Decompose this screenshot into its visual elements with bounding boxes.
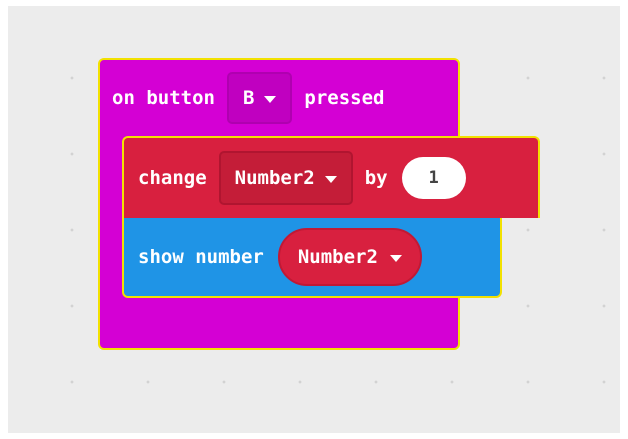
show-variable-dropdown[interactable]: Number2 — [277, 228, 422, 286]
show-prefix-label: show number — [138, 246, 264, 268]
change-connector-label: by — [364, 167, 388, 189]
show-variable-value: Number2 — [297, 246, 378, 268]
show-number-block[interactable]: show number Number2 — [122, 218, 502, 298]
change-variable-block[interactable]: change Number2 by 1 — [122, 136, 540, 218]
button-dropdown[interactable]: B — [226, 72, 293, 124]
dropdown-caret-icon — [324, 175, 337, 183]
change-variable-dropdown[interactable]: Number2 — [218, 151, 353, 205]
event-block-header: on button B pressed — [112, 70, 384, 126]
button-dropdown-value: B — [242, 87, 255, 109]
event-suffix-label: pressed — [304, 87, 385, 109]
dropdown-caret-icon — [389, 254, 402, 262]
dropdown-caret-icon — [264, 95, 277, 103]
change-prefix-label: change — [138, 167, 207, 189]
change-amount-input[interactable]: 1 — [401, 157, 466, 199]
event-prefix-label: on button — [112, 87, 215, 109]
change-variable-value: Number2 — [234, 167, 315, 189]
